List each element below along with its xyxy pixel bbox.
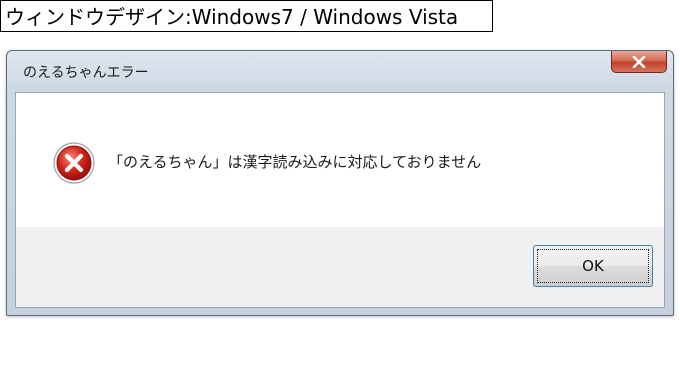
window-title: のえるちゃんエラー	[23, 65, 149, 81]
dialog-body: 「のえるちゃん」は漢字読み込みに対応しておりません OK	[15, 92, 665, 308]
close-button[interactable]	[611, 51, 667, 73]
error-message: 「のえるちゃん」は漢字読み込みに対応しておりません	[108, 153, 482, 171]
error-icon	[53, 142, 95, 184]
caption-label: ウィンドウデザイン:Windows7 / Windows Vista	[0, 0, 493, 32]
ok-button[interactable]: OK	[533, 245, 653, 287]
ok-button-label: OK	[582, 257, 604, 275]
title-bar[interactable]: のえるちゃんエラー	[7, 51, 673, 91]
close-icon	[632, 55, 646, 68]
error-dialog: のえるちゃんエラー 「のえるちゃん」は漢字読み込みに対応しておりません OK	[6, 50, 674, 316]
page: ウィンドウデザイン:Windows7 / Windows Vista のえるちゃ…	[0, 0, 680, 368]
message-area: 「のえるちゃん」は漢字読み込みに対応しておりません	[16, 93, 664, 227]
